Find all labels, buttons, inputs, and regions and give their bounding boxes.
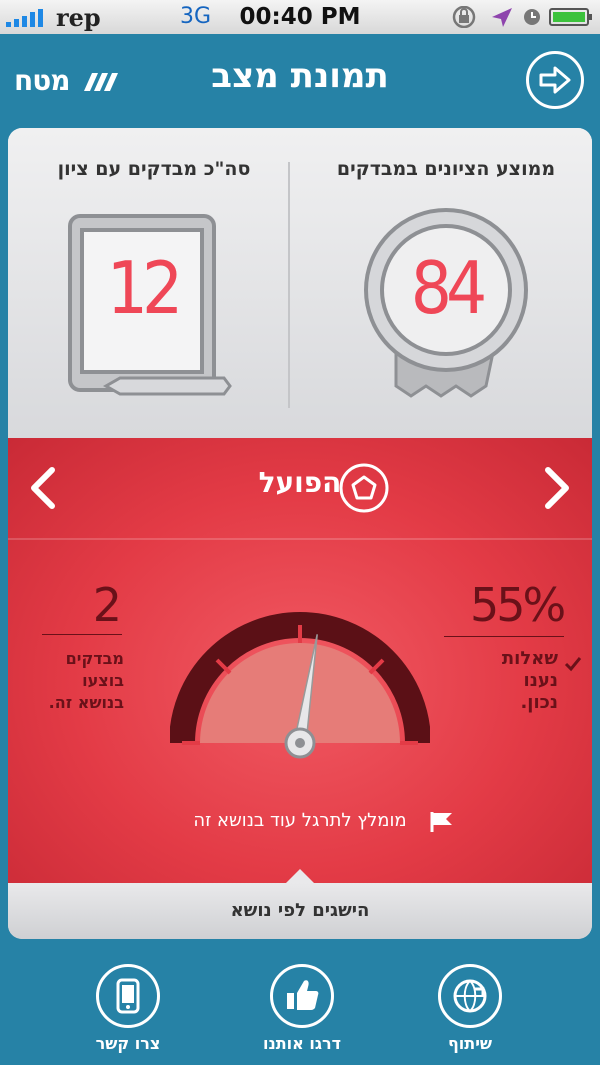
status-bar: rep 3G 00:40 PM bbox=[0, 0, 600, 34]
topic-name: הפועל bbox=[258, 466, 342, 499]
topic-divider bbox=[8, 538, 592, 540]
status-icons bbox=[452, 6, 592, 28]
chevron-right-icon[interactable] bbox=[540, 466, 574, 510]
average-score-value: 84 bbox=[410, 246, 487, 330]
app-header: מטח תמונת מצב bbox=[0, 34, 600, 128]
alarm-icon bbox=[524, 9, 540, 25]
stats-panel: סה"כ מבדקים עם ציון 12 ממוצע הציונים במב… bbox=[8, 128, 592, 438]
tests-underline bbox=[42, 634, 122, 635]
share-button[interactable] bbox=[438, 964, 502, 1028]
tests-label-line: בנושא זה. bbox=[48, 693, 124, 712]
test-count-label: סה"כ מבדקים עם ציון bbox=[57, 158, 251, 180]
contact-us-label: צרו קשר bbox=[95, 1034, 161, 1053]
share-label: שיתוף bbox=[447, 1034, 493, 1053]
rotation-lock-icon bbox=[452, 6, 476, 28]
correct-underline bbox=[444, 636, 564, 637]
tests-done-label: מבדקים בוצעו בנושא זה. bbox=[28, 648, 124, 714]
correct-percentage: 55% bbox=[470, 578, 566, 632]
correct-label-line: נכון. bbox=[520, 692, 558, 713]
status-card: סה"כ מבדקים עם ציון 12 ממוצע הציונים במב… bbox=[8, 128, 592, 939]
checkmark-icon bbox=[564, 657, 582, 672]
test-count-value: 12 bbox=[106, 246, 183, 330]
location-icon bbox=[492, 8, 512, 27]
exit-button[interactable] bbox=[526, 51, 584, 109]
topic-panel: הפועל 55% שאלות נענו נכון. 2 מבדקים בוצע… bbox=[8, 438, 592, 883]
average-score-label: ממוצע הציונים במבדקים bbox=[336, 158, 556, 180]
pentagon-icon bbox=[339, 463, 389, 513]
exit-arrow-icon bbox=[539, 66, 571, 94]
rate-us-button[interactable] bbox=[270, 964, 334, 1028]
phone-icon bbox=[116, 978, 140, 1014]
share-globe-icon bbox=[453, 979, 487, 1013]
contact-us-button[interactable] bbox=[96, 964, 160, 1028]
tests-label-line: בוצעו bbox=[82, 671, 124, 690]
tests-done-count: 2 bbox=[92, 578, 122, 632]
correct-label: שאלות נענו נכון. bbox=[478, 648, 558, 714]
recommendation-text: מומלץ לתרגל עוד בנושא זה bbox=[193, 810, 407, 831]
test-count-stat: סה"כ מבדקים עם ציון 12 bbox=[8, 128, 300, 438]
battery-icon bbox=[549, 8, 592, 26]
stats-divider bbox=[288, 162, 290, 408]
tests-label-line: מבדקים bbox=[65, 649, 124, 668]
speedometer-gauge bbox=[170, 612, 430, 759]
correct-label-line: נענו bbox=[523, 670, 558, 691]
achievements-by-topic-button[interactable]: הישגים לפי נושא bbox=[8, 883, 592, 939]
thumbs-up-icon bbox=[287, 980, 319, 1010]
average-score-stat: ממוצע הציונים במבדקים 84 bbox=[300, 128, 592, 438]
rate-us-label: דרגו אותנו bbox=[262, 1034, 342, 1053]
page-title: תמונת מצב bbox=[211, 56, 389, 96]
correct-label-line: שאלות bbox=[501, 648, 558, 669]
